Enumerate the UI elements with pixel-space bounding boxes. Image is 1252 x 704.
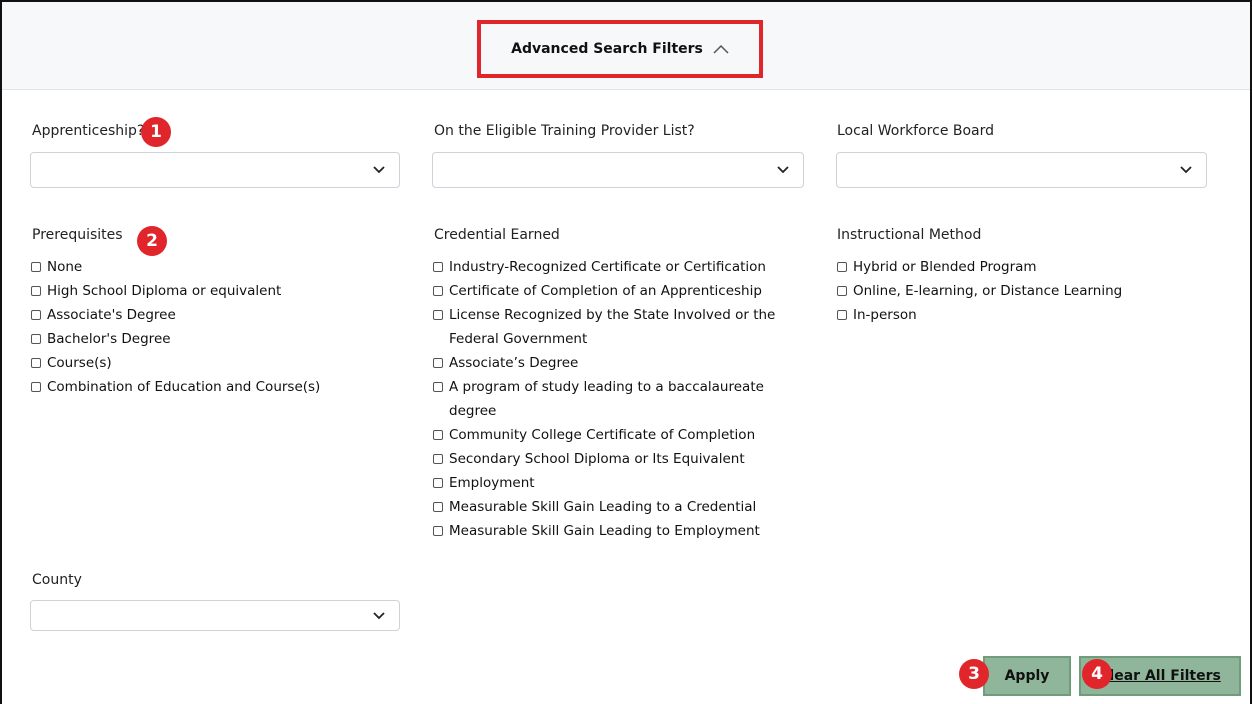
instructional-method-list: Hybrid or Blended Program Online, E-lear… — [837, 255, 1217, 327]
chevron-down-icon — [1180, 166, 1192, 174]
county-label: County — [32, 572, 82, 588]
county-select[interactable] — [30, 600, 400, 631]
credential-list: Industry-Recognized Certificate or Certi… — [433, 255, 798, 543]
checkbox[interactable] — [837, 310, 847, 320]
credential-option[interactable]: A program of study leading to a baccalau… — [433, 375, 798, 423]
etpl-select[interactable] — [432, 152, 804, 188]
checkbox[interactable] — [837, 262, 847, 272]
checkbox[interactable] — [31, 334, 41, 344]
header-band: Advanced Search Filters — [2, 2, 1250, 90]
chevron-up-icon — [713, 44, 729, 54]
checkbox[interactable] — [31, 262, 41, 272]
credential-option[interactable]: Measurable Skill Gain Leading to a Crede… — [433, 495, 798, 519]
credential-option[interactable]: Community College Certificate of Complet… — [433, 423, 798, 447]
credential-option[interactable]: Associate’s Degree — [433, 351, 798, 375]
instructional-option[interactable]: In-person — [837, 303, 1217, 327]
checkbox[interactable] — [433, 526, 443, 536]
instructional-option[interactable]: Hybrid or Blended Program — [837, 255, 1217, 279]
prerequisite-option[interactable]: Bachelor's Degree — [31, 327, 411, 351]
prerequisite-option[interactable]: None — [31, 255, 411, 279]
checkbox[interactable] — [433, 430, 443, 440]
callout-badge-3: 3 — [959, 659, 989, 689]
checkbox[interactable] — [433, 502, 443, 512]
callout-badge-2: 2 — [137, 226, 167, 256]
callout-badge-1: 1 — [141, 117, 171, 147]
apprenticeship-label: Apprenticeship? — [32, 123, 145, 139]
etpl-label: On the Eligible Training Provider List? — [434, 123, 695, 139]
prerequisite-option[interactable]: High School Diploma or equivalent — [31, 279, 411, 303]
credential-option[interactable]: Industry-Recognized Certificate or Certi… — [433, 255, 798, 279]
chevron-down-icon — [777, 166, 789, 174]
checkbox[interactable] — [433, 478, 443, 488]
checkbox[interactable] — [31, 310, 41, 320]
prerequisite-option[interactable]: Combination of Education and Course(s) — [31, 375, 411, 399]
instructional-option[interactable]: Online, E-learning, or Distance Learning — [837, 279, 1217, 303]
credential-label: Credential Earned — [434, 227, 560, 243]
workforce-board-label: Local Workforce Board — [837, 123, 995, 139]
credential-option[interactable]: Secondary School Diploma or Its Equivale… — [433, 447, 798, 471]
advanced-search-toggle[interactable]: Advanced Search Filters — [477, 20, 763, 78]
callout-badge-4: 4 — [1082, 659, 1112, 689]
checkbox[interactable] — [433, 286, 443, 296]
credential-option[interactable]: Certificate of Completion of an Apprenti… — [433, 279, 798, 303]
prerequisite-option[interactable]: Course(s) — [31, 351, 411, 375]
checkbox[interactable] — [837, 286, 847, 296]
checkbox[interactable] — [433, 310, 443, 320]
checkbox[interactable] — [31, 286, 41, 296]
chevron-down-icon — [373, 612, 385, 620]
checkbox[interactable] — [31, 358, 41, 368]
apprenticeship-select[interactable] — [30, 152, 400, 188]
apply-button[interactable]: Apply — [983, 656, 1071, 696]
credential-option[interactable]: Employment — [433, 471, 798, 495]
prerequisites-label: Prerequisites — [32, 227, 123, 243]
checkbox[interactable] — [433, 454, 443, 464]
advanced-search-title: Advanced Search Filters — [511, 41, 703, 57]
credential-option[interactable]: License Recognized by the State Involved… — [433, 303, 798, 351]
checkbox[interactable] — [433, 262, 443, 272]
checkbox[interactable] — [433, 382, 443, 392]
checkbox[interactable] — [31, 382, 41, 392]
instructional-method-label: Instructional Method — [837, 227, 982, 243]
checkbox[interactable] — [433, 358, 443, 368]
chevron-down-icon — [373, 166, 385, 174]
workforce-board-select[interactable] — [836, 152, 1207, 188]
credential-option[interactable]: Measurable Skill Gain Leading to Employm… — [433, 519, 798, 543]
prerequisites-list: None High School Diploma or equivalent A… — [31, 255, 411, 399]
prerequisite-option[interactable]: Associate's Degree — [31, 303, 411, 327]
